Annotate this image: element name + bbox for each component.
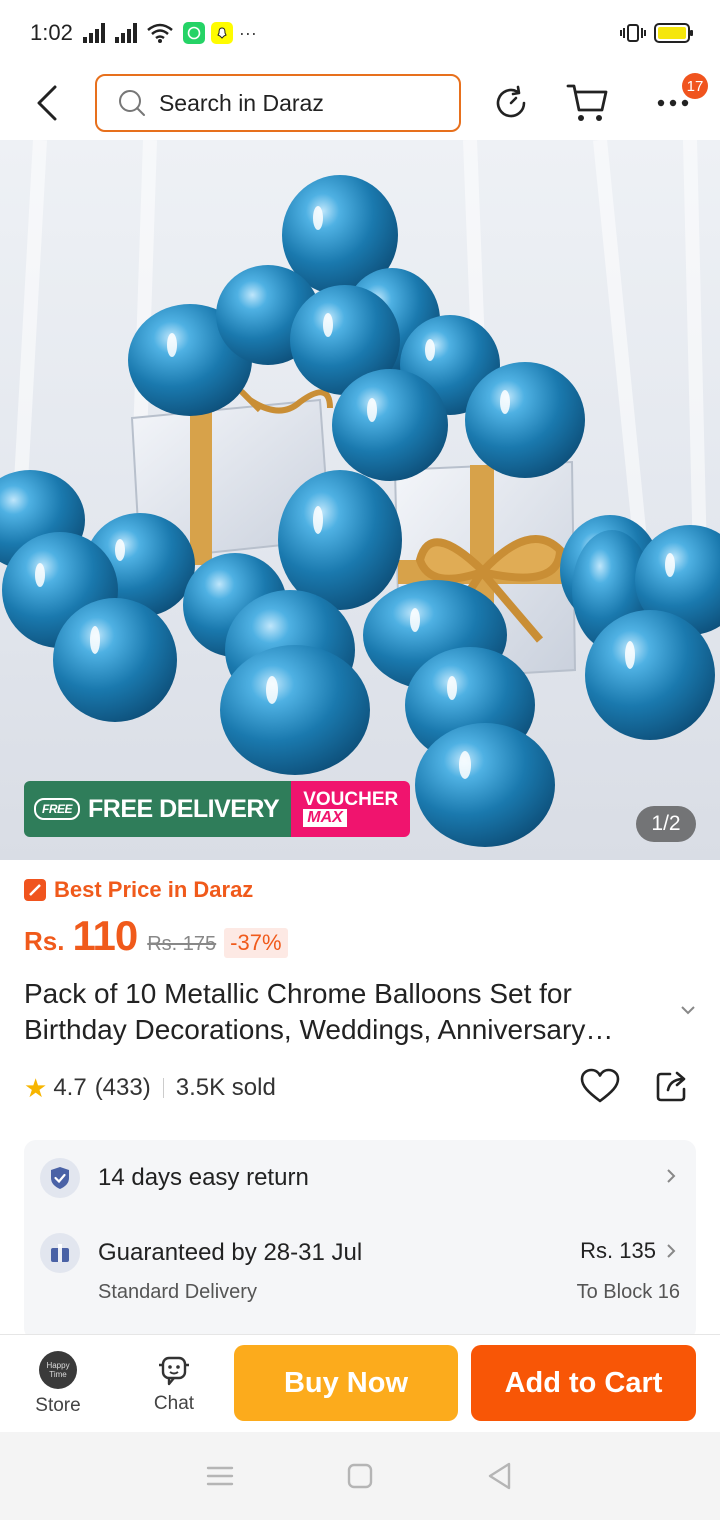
share-button[interactable] — [650, 1064, 694, 1108]
delivery-type: Standard Delivery — [98, 1281, 257, 1303]
chevron-right-icon — [667, 1244, 676, 1258]
system-nav-bar — [0, 1432, 720, 1520]
status-time: 1:02 — [30, 20, 73, 45]
top-nav: Search in Daraz 17 — [0, 66, 720, 140]
wishlist-button[interactable] — [578, 1064, 622, 1108]
store-label: Store — [35, 1394, 81, 1416]
product-image-carousel[interactable]: FREE FREE DELIVERY VOUCHER MAX 1/2 — [0, 140, 720, 860]
signal-icon — [114, 23, 137, 43]
store-button[interactable]: Happy Time Store — [0, 1350, 116, 1417]
add-to-cart-button[interactable]: Add to Cart — [471, 1345, 696, 1421]
rating-count: (433) — [94, 1074, 151, 1101]
delivery-price: Rs. 135 — [580, 1238, 656, 1263]
delivery-row[interactable]: Guaranteed by 28-31 Jul — [40, 1233, 362, 1273]
status-bar: 1:02 ··· — [0, 0, 720, 66]
discount-badge: -37% — [224, 928, 288, 958]
battery-icon — [654, 23, 693, 43]
history-icon — [496, 85, 525, 118]
expand-title-button[interactable] — [680, 1002, 696, 1020]
price-row: Rs. 110 Rs. 175 -37% — [24, 912, 288, 960]
chevron-down-icon — [681, 1006, 695, 1015]
recent-apps-button[interactable] — [200, 1456, 240, 1496]
best-price-label: Best Price in Daraz — [54, 877, 254, 902]
signal-icon — [82, 23, 105, 43]
more-button[interactable]: 17 — [649, 73, 708, 127]
voucher-max-label: MAX — [303, 809, 347, 827]
back-button[interactable] — [24, 79, 71, 127]
free-tag: FREE — [34, 798, 81, 820]
delivery-location: To Block 16 — [576, 1281, 680, 1303]
voucher-max-badge: VOUCHER MAX — [291, 781, 411, 837]
free-delivery-badge: FREE FREE DELIVERY VOUCHER MAX — [24, 781, 411, 837]
delivery-guarantee-label: Guaranteed by 28-31 Jul — [98, 1239, 363, 1266]
price-currency: Rs. — [24, 926, 65, 956]
original-price: Rs. 175 — [147, 933, 217, 955]
voucher-label: VOUCHER — [303, 789, 399, 810]
sold-count: 3.5K sold — [175, 1074, 276, 1101]
return-policy-label: 14 days easy return — [98, 1164, 309, 1191]
rating-value: 4.7 — [53, 1074, 87, 1101]
menu-icon — [206, 1466, 234, 1486]
cart-button[interactable] — [564, 79, 611, 127]
delivery-box-icon — [40, 1233, 80, 1273]
system-back-button[interactable] — [480, 1456, 520, 1496]
more-icon — [657, 99, 688, 107]
image-page-indicator: 1/2 — [636, 806, 696, 842]
buy-now-button[interactable]: Buy Now — [234, 1345, 458, 1421]
cart-count-badge: 17 — [682, 73, 708, 99]
search-placeholder: Search in Daraz — [158, 89, 324, 116]
chat-label: Chat — [153, 1392, 195, 1414]
chat-button[interactable]: Chat — [116, 1353, 232, 1415]
return-policy-row[interactable]: 14 days easy return — [40, 1158, 309, 1198]
delivery-price-link[interactable]: Rs. 135 — [580, 1238, 676, 1264]
price-tag-icon — [24, 879, 46, 901]
service-info-card: 14 days easy return Guaranteed by 28-31 … — [24, 1140, 696, 1340]
best-price-banner: Best Price in Daraz — [24, 877, 253, 903]
price-value: 110 — [72, 912, 138, 959]
chevron-right-icon — [667, 1169, 676, 1183]
cart-icon — [566, 84, 607, 121]
search-icon — [118, 90, 145, 116]
store-logo: Happy Time — [39, 1350, 77, 1389]
home-square-icon — [347, 1463, 373, 1489]
star-icon: ★ — [24, 1072, 48, 1103]
whatsapp-icon — [182, 22, 205, 44]
back-arrow-icon — [37, 85, 57, 121]
vibrate-icon — [620, 23, 646, 43]
product-image — [0, 140, 720, 847]
return-policy-chevron[interactable] — [666, 1168, 676, 1184]
wifi-icon — [147, 23, 173, 43]
free-delivery-label: FREE DELIVERY — [88, 794, 280, 823]
shield-check-icon — [40, 1158, 80, 1198]
heart-icon — [580, 1068, 620, 1103]
back-triangle-icon — [488, 1462, 511, 1490]
history-button[interactable] — [487, 79, 534, 127]
search-input[interactable]: Search in Daraz — [94, 74, 462, 132]
snapchat-icon — [210, 22, 233, 44]
product-title[interactable]: Pack of 10 Metallic Chrome Balloons Set … — [24, 976, 664, 1048]
rating-row[interactable]: ★ 4.7 (433) 3.5K sold — [24, 1068, 276, 1108]
home-button[interactable] — [340, 1456, 380, 1496]
bottom-action-bar: Happy Time Store Chat Buy Now Add to Car… — [0, 1334, 720, 1432]
divider — [162, 1078, 164, 1098]
chat-icon — [159, 1356, 189, 1385]
share-icon — [656, 1071, 686, 1102]
status-overflow: ··· — [238, 22, 257, 43]
